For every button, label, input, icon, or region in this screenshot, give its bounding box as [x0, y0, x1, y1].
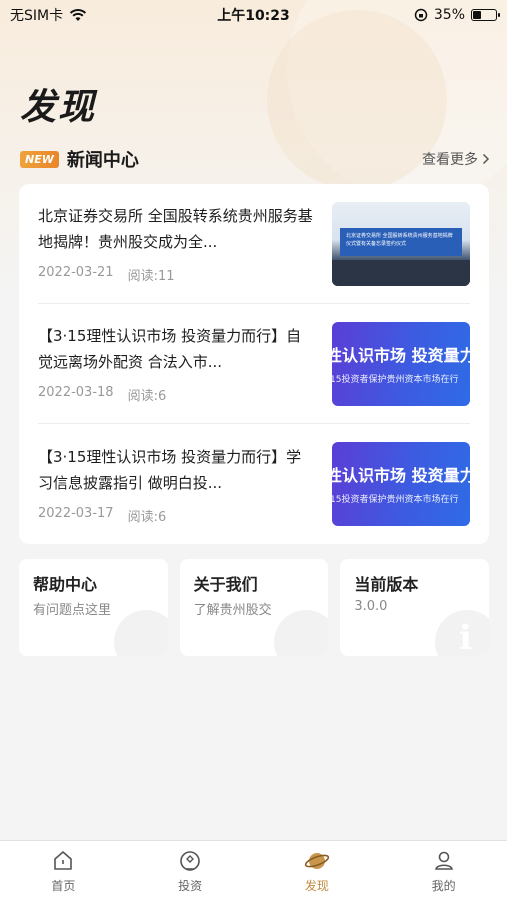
news-section-header: NEW 新闻中心 查看更多: [20, 146, 490, 172]
tab-bar: 首页 投资 发现 我的: [0, 840, 507, 900]
page-title: 发现: [20, 87, 97, 128]
news-list: 北京证券交易所 全国股转系统贵州服务基地揭牌！贵州股交成为全... 2022-0…: [19, 184, 489, 544]
news-thumbnail: 北京证券交易所 全国股转系统贵州服务基地揭牌仪式暨有关备忘录签约仪式: [332, 201, 470, 286]
quick-tiles: 帮助中心 有问题点这里 关于我们 了解贵州股交 当前版本 3.0.0: [19, 559, 490, 656]
info-icon: [435, 610, 490, 656]
thumbnail-subline: 15投资者保护贵州资本市场在行: [332, 495, 459, 505]
thumbnail-headline: 性认识市场 投资量力而: [332, 345, 470, 365]
news-item[interactable]: 【3·15理性认识市场 投资量力而行】自觉远离场外配资 合法入市... 2022…: [38, 304, 470, 424]
status-right: 35%: [414, 7, 500, 23]
tile-title: 当前版本: [354, 575, 419, 594]
news-date: 2022-03-18: [38, 385, 114, 400]
wifi-icon: [70, 9, 87, 21]
thumbnail-subline: 15投资者保护贵州资本市场在行: [332, 374, 459, 385]
thumbnail-banner: 北京证券交易所 全国股转系统贵州服务基地揭牌仪式暨有关备忘录签约仪式: [340, 227, 462, 256]
invest-icon: [177, 848, 203, 874]
view-more-link[interactable]: 查看更多: [422, 149, 490, 169]
news-thumbnail: 性认识市场 投资量力而 15投资者保护贵州资本市场在行: [332, 442, 470, 526]
news-reads: 阅读:6: [127, 389, 167, 404]
news-meta: 2022-03-21 阅读:11: [38, 265, 313, 284]
news-date: 2022-03-17: [38, 505, 114, 521]
news-reads: 阅读:6: [127, 509, 167, 525]
status-left: 无SIM卡: [10, 5, 87, 25]
news-date: 2022-03-21: [38, 265, 114, 280]
view-more-label: 查看更多: [422, 152, 478, 168]
news-reads: 阅读:11: [127, 269, 175, 284]
news-item[interactable]: 【3·15理性认识市场 投资量力而行】学习信息披露指引 做明白投... 2022…: [38, 424, 470, 544]
thumbnail-headline: 性认识市场 投资量力而: [332, 466, 470, 485]
news-title: 【3·15理性认识市场 投资量力而行】自觉远离场外配资 合法入市...: [38, 327, 302, 371]
orientation-lock-icon: [414, 8, 428, 22]
tab-label: 发现: [304, 879, 329, 893]
news-text: 【3·15理性认识市场 投资量力而行】自觉远离场外配资 合法入市... 2022…: [38, 323, 313, 404]
home-icon: [50, 848, 76, 874]
user-icon: [431, 848, 457, 874]
tile-title: 帮助中心: [33, 575, 98, 594]
battery-percent: 35%: [433, 7, 465, 23]
carrier-label: 无SIM卡: [10, 8, 64, 24]
tab-home[interactable]: 首页: [0, 841, 127, 900]
news-thumbnail: 性认识市场 投资量力而 15投资者保护贵州资本市场在行: [332, 321, 470, 406]
status-bar: 无SIM卡 上午10:23 35%: [0, 0, 507, 30]
news-text: 北京证券交易所 全国股转系统贵州服务基地揭牌！贵州股交成为全... 2022-0…: [38, 203, 313, 284]
news-meta: 2022-03-17 阅读:6: [38, 506, 313, 525]
tab-label: 投资: [178, 879, 203, 893]
battery-fill: [473, 11, 481, 19]
tab-discover[interactable]: 发现: [254, 841, 381, 900]
tab-label: 首页: [51, 879, 76, 893]
planet-icon: [304, 848, 330, 874]
tab-label: 我的: [431, 879, 456, 893]
new-badge: NEW: [20, 150, 59, 168]
news-section-title: 新闻中心: [66, 150, 139, 171]
tile-title: 关于我们: [193, 575, 258, 594]
news-title: 北京证券交易所 全国股转系统贵州服务基地揭牌！贵州股交成为全...: [38, 207, 313, 251]
news-title: 【3·15理性认识市场 投资量力而行】学习信息披露指引 做明白投...: [38, 447, 302, 492]
news-meta: 2022-03-18 阅读:6: [38, 385, 313, 404]
tab-invest[interactable]: 投资: [127, 841, 254, 900]
version-tile[interactable]: 当前版本 3.0.0: [340, 559, 490, 656]
news-text: 【3·15理性认识市场 投资量力而行】学习信息披露指引 做明白投... 2022…: [38, 444, 313, 525]
news-section-title-group: NEW 新闻中心: [20, 146, 139, 172]
chevron-right-icon: [482, 153, 490, 165]
thumbnail-audience: [332, 259, 470, 286]
battery-icon: [471, 9, 500, 21]
about-us-tile[interactable]: 关于我们 了解贵州股交: [179, 559, 329, 656]
news-item[interactable]: 北京证券交易所 全国股转系统贵州服务基地揭牌！贵州股交成为全... 2022-0…: [38, 184, 470, 304]
tab-mine[interactable]: 我的: [380, 841, 507, 900]
help-center-tile[interactable]: 帮助中心 有问题点这里: [19, 559, 168, 656]
